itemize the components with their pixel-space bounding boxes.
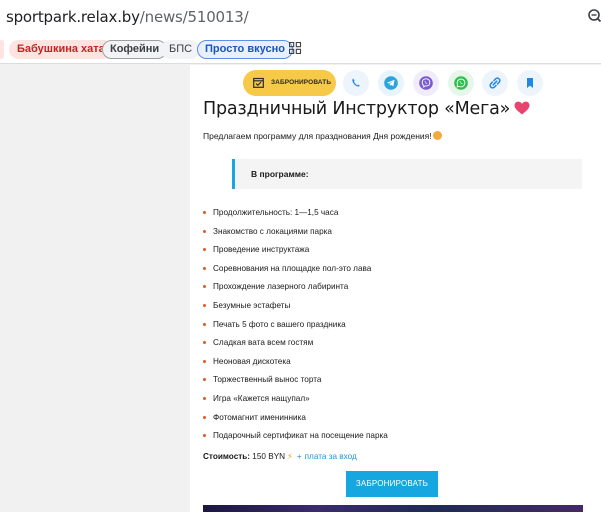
list-item: Проведение инструктажа — [203, 244, 583, 263]
program-heading: В программе: — [251, 169, 309, 179]
bookmark-bps[interactable]: БПС — [161, 40, 201, 59]
zoom-icon[interactable] — [587, 8, 601, 24]
list-item: Фотомагнит именинника — [203, 412, 583, 431]
list-item: Продолжительность: 1—1,5 часа — [203, 207, 583, 226]
viber-icon — [419, 76, 433, 90]
whatsapp-button[interactable] — [448, 70, 474, 96]
address-bar[interactable]: sportpark.relax.by/news/510013/ — [0, 0, 601, 36]
book-button-top[interactable]: ЗАБРОНИРОВАТЬ — [243, 70, 336, 96]
list-item: Игра «Кажется нащупал» — [203, 393, 583, 412]
left-gutter — [0, 65, 190, 512]
phone-icon — [352, 78, 360, 87]
viber-button[interactable] — [413, 70, 439, 96]
list-item: Соревнования на площадке пол-это лава — [203, 263, 583, 282]
list-item: Печать 5 фото с вашего праздника — [203, 319, 583, 338]
list-item: Прохождение лазерного лабиринта — [203, 281, 583, 300]
lightning-icon: ⚡︎ — [287, 452, 293, 461]
apps-grid-icon[interactable] — [289, 42, 301, 54]
list-item: Сладкая вата всем гостям — [203, 337, 583, 356]
bookmark-babushkina-hata[interactable]: Бабушкина хата — [9, 40, 113, 59]
article-intro-text: Предлагаем программу для празднования Дн… — [203, 131, 432, 141]
bookmark-prosto-vkusno[interactable]: Просто вкусно — [197, 40, 293, 59]
bookmark-kofeyni[interactable]: Кофейни — [102, 40, 168, 59]
heart-icon — [514, 101, 530, 115]
url-path: /news/510013/ — [139, 8, 249, 26]
program-callout: В программе: — [232, 159, 582, 189]
link-icon — [489, 77, 501, 89]
whatsapp-icon — [454, 76, 468, 90]
price-plus: + — [296, 452, 302, 461]
url-host: sportpark.relax.by — [6, 8, 140, 26]
price-label: Стоимость: — [203, 452, 251, 461]
bookmark-button[interactable] — [517, 70, 543, 96]
telegram-button[interactable] — [378, 70, 404, 96]
article-intro: Предлагаем программу для празднования Дн… — [203, 131, 442, 141]
book-button-main[interactable]: ЗАБРОНИРОВАТЬ — [346, 471, 438, 497]
smile-emoji-icon — [432, 131, 442, 140]
list-item: Неоновая дискотека — [203, 356, 583, 375]
article-title: Праздничный Инструктор «Мега» — [203, 99, 530, 119]
telegram-icon — [384, 76, 398, 90]
list-item: Торжественный вынос торта — [203, 374, 583, 393]
price-value: 150 BYN — [252, 452, 286, 461]
calendar-check-icon — [253, 77, 264, 88]
program-list: Продолжительность: 1—1,5 часа Знакомство… — [203, 207, 583, 449]
bookmark-chip-partial[interactable] — [0, 40, 4, 59]
price-line: Стоимость: 150 BYN ⚡︎ + плата за вход — [203, 451, 357, 461]
book-button-top-label: ЗАБРОНИРОВАТЬ — [271, 79, 332, 86]
article-title-text: Праздничный Инструктор «Мега» — [203, 99, 511, 119]
phone-button[interactable] — [343, 70, 369, 96]
list-item: Подарочный сертификат на посещение парка — [203, 430, 583, 449]
list-item: Знакомство с локациями парка — [203, 226, 583, 245]
article-photo — [203, 505, 583, 512]
entry-fee-link[interactable]: плата за вход — [305, 452, 357, 461]
url-text[interactable]: sportpark.relax.by/news/510013/ — [6, 8, 249, 26]
list-item: Безумные эстафеты — [203, 300, 583, 319]
share-link-button[interactable] — [482, 70, 508, 96]
bookmark-icon — [527, 78, 533, 88]
